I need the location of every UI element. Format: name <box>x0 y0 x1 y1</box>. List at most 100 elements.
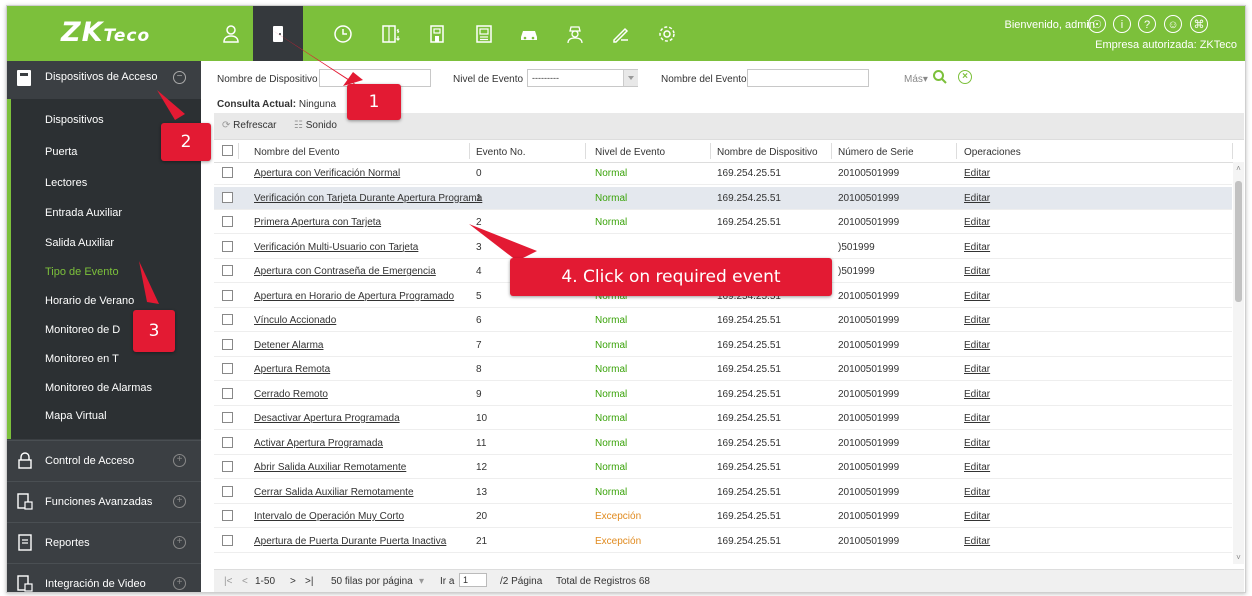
event-name-cell[interactable]: Detener Alarma <box>254 340 323 351</box>
profile-icon[interactable]: ☺ <box>1164 15 1182 33</box>
sidebar-item-monitoreo-alarmas[interactable]: Monitoreo de Alarmas <box>45 382 152 394</box>
sidebar-item-lectores[interactable]: Lectores <box>45 177 87 189</box>
building-icon[interactable] <box>415 6 459 61</box>
row-checkbox[interactable] <box>222 338 233 350</box>
expand-icon[interactable]: + <box>173 454 186 467</box>
sidebar-group-integracion-de-video[interactable]: Integración de Video + <box>7 563 201 592</box>
scroll-down-icon[interactable]: ˅ <box>1235 554 1242 562</box>
clock-icon[interactable] <box>321 6 365 61</box>
row-checkbox[interactable] <box>222 289 233 301</box>
edit-link[interactable]: Editar <box>964 217 990 228</box>
edit-link[interactable]: Editar <box>964 511 990 522</box>
table-row[interactable]: Primera Apertura con Tarjeta 2 Normal 169.2… <box>214 211 1232 234</box>
table-row[interactable]: Verificación Multi-Usuario con Tarjeta 3)… <box>214 236 1232 259</box>
table-row[interactable]: Detener Alarma 7 Normal 169.254.25.51 201005… <box>214 334 1232 357</box>
row-checkbox[interactable] <box>222 534 233 546</box>
edit-link[interactable]: Editar <box>964 462 990 473</box>
event-name-cell[interactable]: Apertura con Verificación Normal <box>254 168 400 179</box>
goto-page-input[interactable]: 1 <box>459 573 487 587</box>
table-row[interactable]: Desactivar Apertura Programada 10 Normal 16… <box>214 407 1232 430</box>
vertical-scrollbar[interactable]: ˄ ˅ <box>1233 162 1244 564</box>
select-all-checkbox[interactable] <box>222 145 233 156</box>
column-header[interactable]: Nombre de Dispositivo <box>717 147 818 158</box>
row-checkbox[interactable] <box>222 412 233 423</box>
prev-page-icon[interactable]: < <box>242 576 248 587</box>
sidebar-item-mapa-virtual[interactable]: Mapa Virtual <box>45 410 107 422</box>
guard-icon[interactable] <box>553 6 597 61</box>
edit-link[interactable]: Editar <box>964 193 990 204</box>
edit-link[interactable]: Editar <box>964 291 990 302</box>
row-checkbox[interactable] <box>222 265 233 276</box>
event-name-cell[interactable]: Intervalo de Operación Muy Corto <box>254 511 404 522</box>
edit-link[interactable]: Editar <box>964 242 990 253</box>
row-checkbox[interactable] <box>222 167 233 178</box>
table-row[interactable]: Apertura Remota 8 Normal 169.254.25.51 20100… <box>214 358 1232 381</box>
event-name-input[interactable] <box>747 69 869 87</box>
row-checkbox[interactable] <box>222 510 233 521</box>
sidebar-group-reportes[interactable]: Reportes + <box>7 522 201 563</box>
edit-link[interactable]: Editar <box>964 315 990 326</box>
row-checkbox[interactable] <box>222 240 233 252</box>
edit-link[interactable]: Editar <box>964 487 990 498</box>
table-row[interactable]: Cerrar Salida Auxiliar Remotamente 13 Norm… <box>214 481 1232 504</box>
event-level-select[interactable]: --------- <box>527 69 638 87</box>
edit-link[interactable]: Editar <box>964 364 990 375</box>
row-checkbox[interactable] <box>222 314 233 325</box>
edit-link[interactable]: Editar <box>964 389 990 400</box>
person-icon[interactable] <box>209 6 253 61</box>
table-row[interactable]: Apertura con Verificación Normal 0 Normal 1… <box>214 162 1232 185</box>
table-row[interactable]: Abrir Salida Auxiliar Remotamente 12 Norma… <box>214 456 1232 479</box>
refresh-button[interactable]: ⟳ Refrescar <box>222 120 277 131</box>
sidebar-section-header[interactable]: Dispositivos de Acceso − <box>7 61 201 95</box>
column-header[interactable]: Evento No. <box>476 147 525 158</box>
row-checkbox[interactable] <box>222 461 233 472</box>
scroll-thumb[interactable] <box>1235 181 1242 302</box>
sidebar-item-entrada-auxiliar[interactable]: Entrada Auxiliar <box>45 207 122 219</box>
expand-icon[interactable]: + <box>173 495 186 508</box>
pen-icon[interactable] <box>599 6 643 61</box>
gear-icon[interactable] <box>645 6 689 61</box>
last-page-icon[interactable]: >| <box>305 576 313 587</box>
event-name-cell[interactable]: Verificación con Tarjeta Durante Apertur… <box>254 193 482 204</box>
sound-button[interactable]: ☷ Sonido <box>294 120 337 131</box>
column-header[interactable]: Nombre del Evento <box>254 147 340 158</box>
row-checkbox[interactable] <box>222 436 233 448</box>
sidebar-group-funciones-avanzadas[interactable]: Funciones Avanzadas + <box>7 481 201 522</box>
power-icon[interactable]: ⌘ <box>1190 15 1208 33</box>
sidebar-item-salida-auxiliar[interactable]: Salida Auxiliar <box>45 237 114 249</box>
sidebar-item-puerta[interactable]: Puerta <box>45 146 77 158</box>
row-checkbox[interactable] <box>222 216 233 227</box>
help-icon[interactable]: ? <box>1138 15 1156 33</box>
event-name-cell[interactable]: Cerrar Salida Auxiliar Remotamente <box>254 487 414 498</box>
row-checkbox[interactable] <box>222 191 233 203</box>
edit-link[interactable]: Editar <box>964 413 990 424</box>
column-header[interactable]: Nivel de Evento <box>595 147 665 158</box>
sidebar-item-dispositivos[interactable]: Dispositivos <box>45 114 104 126</box>
first-page-icon[interactable]: |< <box>224 576 232 587</box>
column-header[interactable]: Número de Serie <box>838 147 914 158</box>
user-circle-icon[interactable]: ☉ <box>1088 15 1106 33</box>
row-checkbox[interactable] <box>222 387 233 399</box>
event-name-cell[interactable]: Vínculo Accionado <box>254 315 336 326</box>
event-name-cell[interactable]: Apertura de Puerta Durante Puerta Inacti… <box>254 536 446 547</box>
info-icon[interactable]: i <box>1113 15 1131 33</box>
more-filters-toggle[interactable]: Más▾ <box>904 74 928 85</box>
event-name-cell[interactable]: Apertura con Contraseña de Emergencia <box>254 266 436 277</box>
table-row[interactable]: Apertura de Puerta Durante Puerta Inacti… <box>214 530 1232 553</box>
scroll-up-icon[interactable]: ˄ <box>1235 165 1242 173</box>
column-header[interactable]: Operaciones <box>964 147 1021 158</box>
next-page-icon[interactable]: > <box>290 576 296 587</box>
edit-link[interactable]: Editar <box>964 266 990 277</box>
door-icon[interactable] <box>253 6 303 61</box>
clear-filter-icon[interactable]: × <box>958 70 972 84</box>
sidebar-item-tipo-de-evento[interactable]: Tipo de Evento <box>45 266 119 278</box>
event-name-cell[interactable]: Desactivar Apertura Programada <box>254 413 400 424</box>
row-checkbox[interactable] <box>222 363 233 374</box>
table-row[interactable]: Cerrado Remoto 9 Normal 169.254.25.51 201005… <box>214 383 1232 406</box>
elevator-icon[interactable] <box>369 6 413 61</box>
edit-link[interactable]: Editar <box>964 168 990 179</box>
expand-icon[interactable]: + <box>173 577 186 590</box>
edit-link[interactable]: Editar <box>964 340 990 351</box>
event-name-cell[interactable]: Abrir Salida Auxiliar Remotamente <box>254 462 406 473</box>
collapse-icon[interactable]: − <box>173 71 186 84</box>
